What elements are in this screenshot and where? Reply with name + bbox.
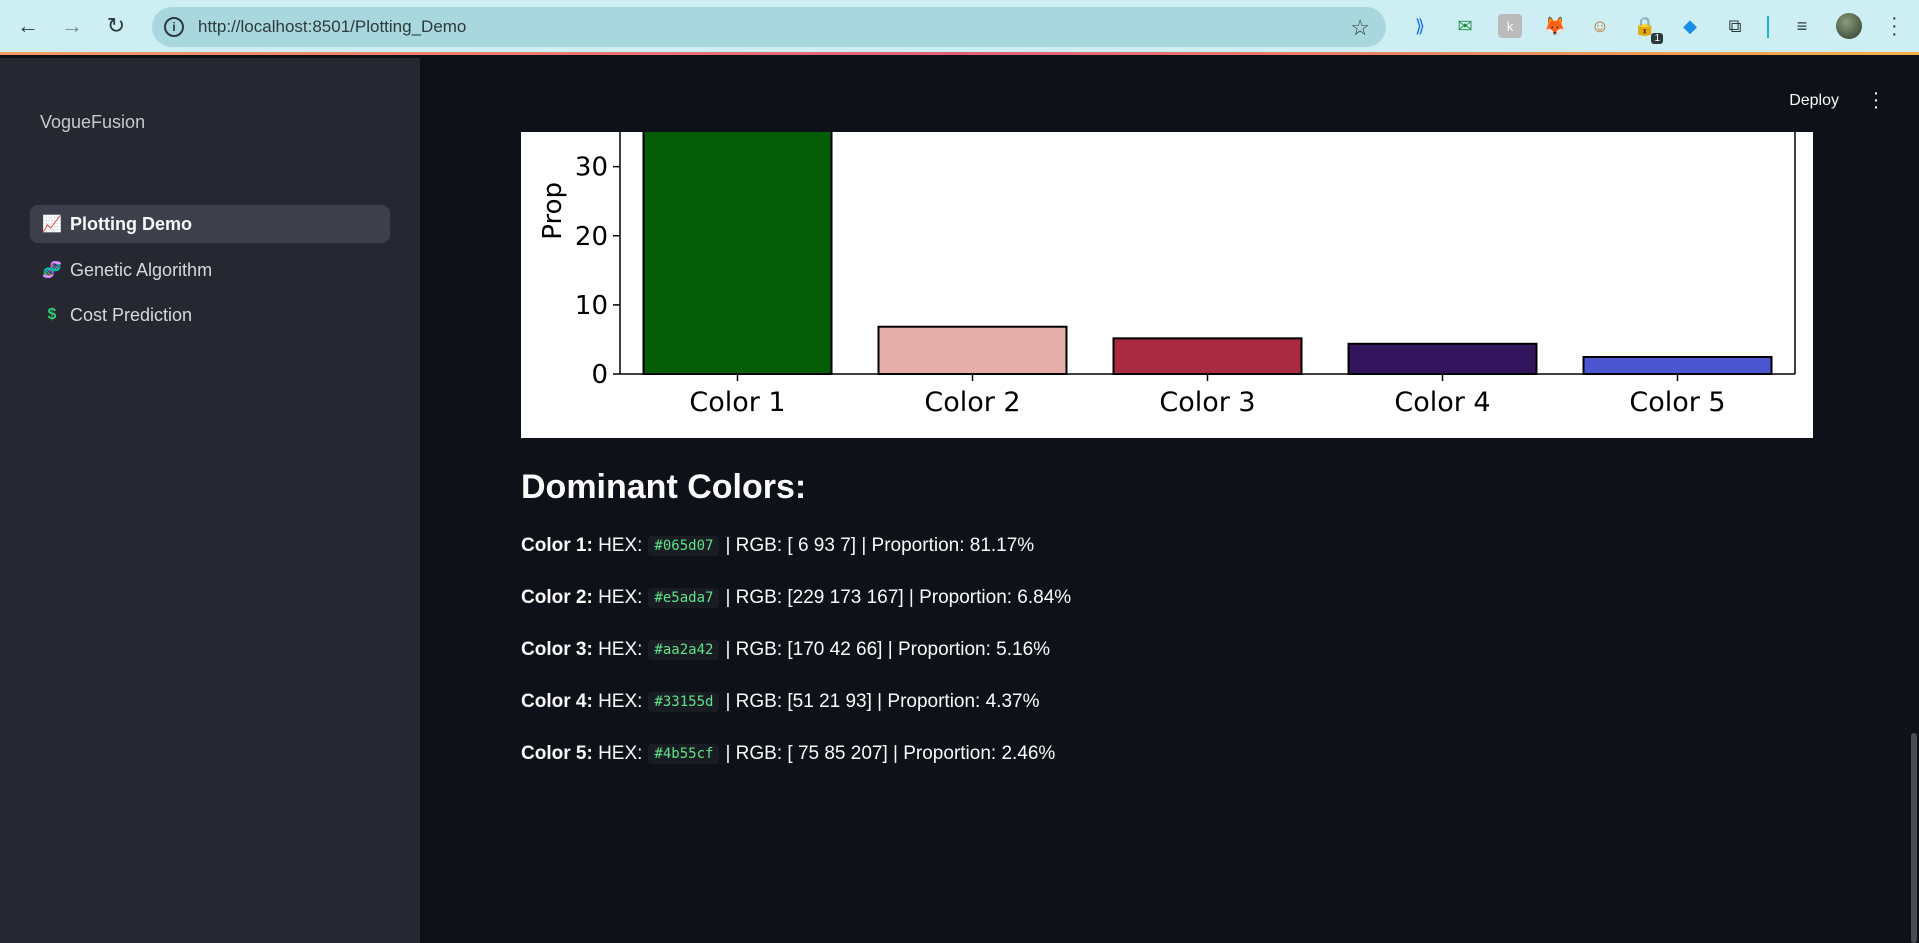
metamask-fox-icon[interactable]: 🦊 <box>1543 14 1567 38</box>
sidebar-item-plotting-demo[interactable]: 📈 Plotting Demo <box>30 205 390 243</box>
read-aloud-extension-icon[interactable]: ⟫ <box>1408 14 1432 38</box>
y-tick-label-10: 10 <box>575 291 608 321</box>
color-label: Color 2: <box>521 587 593 608</box>
y-axis-label: Prop <box>538 182 568 240</box>
x-tick-label-2: Color 2 <box>924 387 1020 418</box>
rgb-proportion: | RGB: [229 173 167] | Proportion: 6.84% <box>725 587 1072 608</box>
bookmark-star-icon[interactable]: ☆ <box>1350 15 1370 41</box>
color-label: Color 5: <box>521 743 593 764</box>
app-menu-icon[interactable]: · · · <box>1871 83 1881 117</box>
diamond-extension-icon[interactable]: ◆ <box>1678 14 1702 38</box>
profile-avatar[interactable] <box>1836 13 1862 39</box>
page-scrollbar[interactable] <box>1911 733 1917 943</box>
toolbar-accent-line <box>0 52 1919 55</box>
hex-code: #aa2a42 <box>648 640 720 660</box>
sidebar-item-label: Plotting Demo <box>70 213 192 234</box>
hex-label: HEX: <box>598 587 643 608</box>
sidebar-item-genetic-algorithm[interactable]: 🧬 Genetic Algorithm <box>30 251 390 289</box>
hex-code: #4b55cf <box>648 744 720 764</box>
k-extension-icon[interactable]: k <box>1498 14 1522 38</box>
sidebar-item-label: Genetic Algorithm <box>70 259 213 280</box>
url-text[interactable]: http://localhost:8501/Plotting_Demo <box>198 17 466 37</box>
sidebar-item-label: Cost Prediction <box>70 304 193 325</box>
y-tick-label-20: 20 <box>575 222 608 252</box>
hex-label: HEX: <box>598 691 643 712</box>
hex-label: HEX: <box>598 639 643 660</box>
color-row-2: Color 2: HEX: #e5ada7 | RGB: [229 173 167]… <box>521 587 1071 609</box>
media-control-icon[interactable]: ≡ <box>1790 14 1814 38</box>
sidebar <box>0 58 420 943</box>
bar-2 <box>877 325 1068 375</box>
extension-badge: 1 <box>1651 33 1663 44</box>
chart-icon: 📈 <box>42 216 62 233</box>
dollar-icon: $ <box>47 306 57 323</box>
back-icon[interactable]: ← <box>14 12 42 40</box>
color-label: Color 4: <box>521 691 593 712</box>
browser-menu-icon[interactable]: · · · <box>1891 8 1898 44</box>
browser-toolbar: ← → ↻ i http://localhost:8501/Plotting_D… <box>0 0 1919 55</box>
toolbar-divider <box>1767 16 1769 38</box>
dominant-colors-heading: Dominant Colors: <box>521 468 807 506</box>
address-bar[interactable]: i http://localhost:8501/Plotting_Demo ☆ <box>152 7 1386 47</box>
site-info-icon[interactable]: i <box>164 17 184 37</box>
color-row-5: Color 5: HEX: #4b55cf | RGB: [ 75 85 207] … <box>521 743 1055 765</box>
rgb-proportion: | RGB: [170 42 66] | Proportion: 5.16% <box>725 639 1051 660</box>
rgb-proportion: | RGB: [51 21 93] | Proportion: 4.37% <box>725 691 1040 712</box>
hex-code: #065d07 <box>648 536 720 556</box>
y-tick-label-30: 30 <box>575 153 608 183</box>
rgb-proportion: | RGB: [ 6 93 7] | Proportion: 81.17% <box>725 535 1035 556</box>
bar-5 <box>1582 355 1773 375</box>
hex-code: #33155d <box>648 692 720 712</box>
reload-icon[interactable]: ↻ <box>102 12 130 40</box>
character-extension-icon[interactable]: ☺ <box>1588 14 1612 38</box>
hex-label: HEX: <box>598 535 643 556</box>
color-row-3: Color 3: HEX: #aa2a42 | RGB: [170 42 66] |… <box>521 639 1050 661</box>
hex-code: #e5ada7 <box>648 588 720 608</box>
color-label: Color 3: <box>521 639 593 660</box>
forward-icon[interactable]: → <box>58 12 86 40</box>
lock-extension-icon[interactable]: 🔒 1 <box>1633 14 1663 44</box>
bar-1 <box>642 126 833 375</box>
color-row-4: Color 4: HEX: #33155d | RGB: [51 21 93] | … <box>521 691 1040 713</box>
deploy-button[interactable]: Deploy <box>1789 92 1839 110</box>
color-row-1: Color 1: HEX: #065d07 | RGB: [ 6 93 7] | P… <box>521 535 1034 557</box>
x-tick-label-5: Color 5 <box>1629 387 1725 418</box>
sidebar-item-cost-prediction[interactable]: $ Cost Prediction <box>30 296 390 334</box>
bar-4 <box>1347 342 1538 376</box>
x-tick-label-4: Color 4 <box>1394 387 1490 418</box>
chart-svg: Color 1 Color 2 Color 3 Color 4 Color 5 0 10 20… <box>538 126 1796 418</box>
x-tick-label-3: Color 3 <box>1159 387 1255 418</box>
sidebar-brand: VogueFusion <box>40 112 146 132</box>
extensions-puzzle-icon[interactable]: ⧉ <box>1723 14 1747 38</box>
bar-chart: Color 1 Color 2 Color 3 Color 4 Color 5 0 10 20… <box>521 126 1813 438</box>
x-tick-label-1: Color 1 <box>689 387 785 418</box>
bar-3 <box>1112 337 1303 376</box>
y-tick-label-0: 0 <box>591 360 608 390</box>
mail-extension-icon[interactable]: ✉ <box>1453 14 1477 38</box>
hex-label: HEX: <box>598 743 643 764</box>
dna-icon: 🧬 <box>42 262 62 279</box>
rgb-proportion: | RGB: [ 75 85 207] | Proportion: 2.46% <box>725 743 1056 764</box>
color-label: Color 1: <box>521 535 593 556</box>
